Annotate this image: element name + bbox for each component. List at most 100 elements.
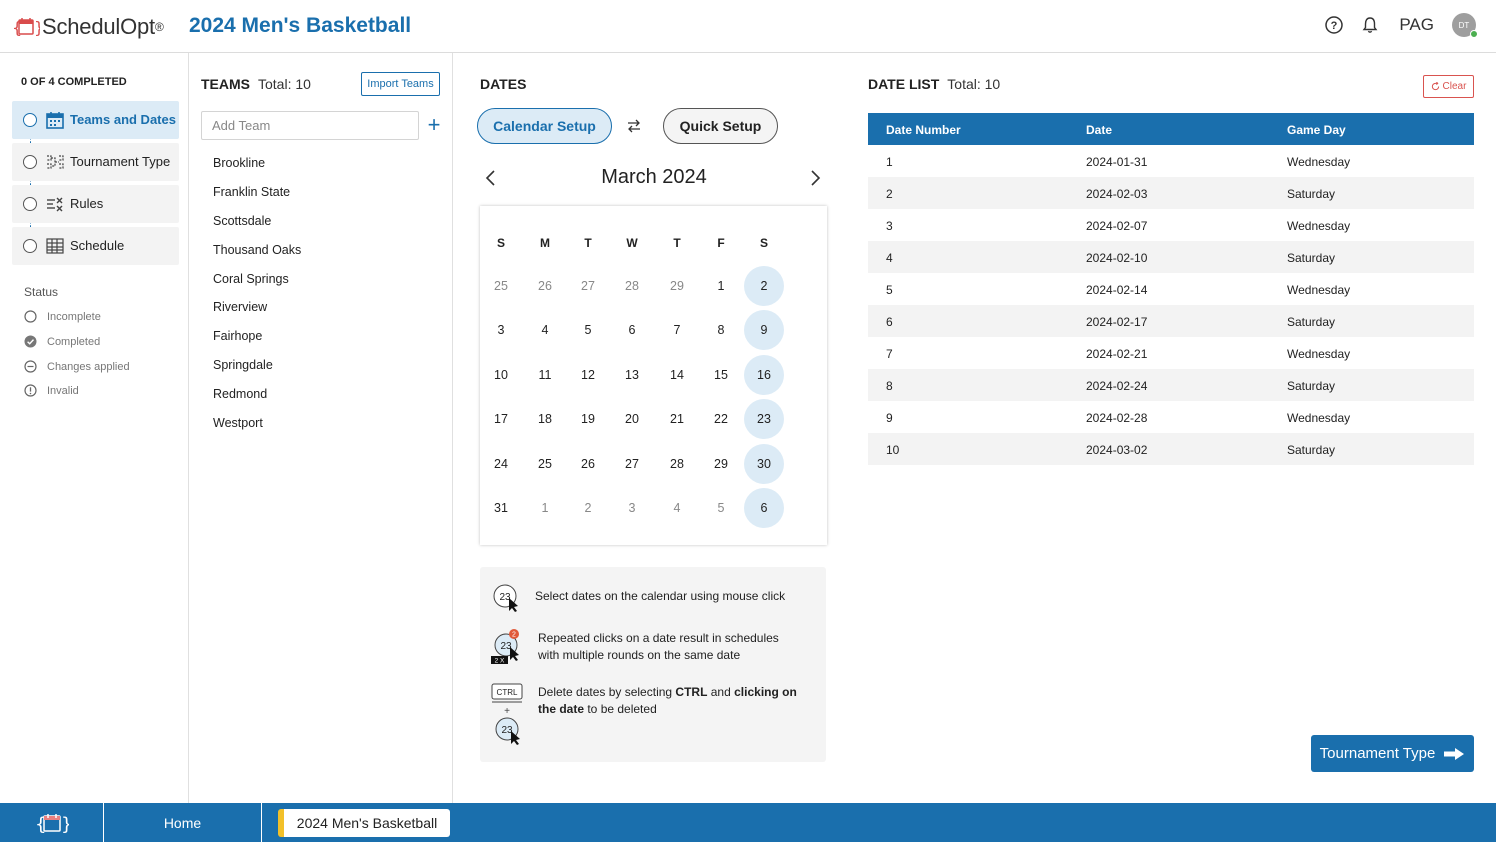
calendar-day[interactable]: 31 [481,488,521,528]
calendar-day[interactable]: 2 [568,488,608,528]
bell-icon[interactable] [1359,14,1381,36]
calendar-day[interactable]: 24 [481,444,521,484]
date-number-cell: 10 [886,443,900,457]
team-list-item[interactable]: Franklin State [213,185,290,199]
calendar-day[interactable]: 21 [657,399,697,439]
calendar-day[interactable]: 10 [481,355,521,395]
table-row[interactable]: 3 2024-02-07 Wednesday [868,209,1474,241]
calendar-day[interactable]: 20 [612,399,652,439]
calendar-day[interactable]: 19 [568,399,608,439]
help-tip-text: Delete dates by selecting [538,685,676,699]
add-team-input[interactable] [201,111,419,140]
next-tournament-type-button[interactable]: Tournament Type [1311,735,1474,772]
table-row[interactable]: 1 2024-01-31 Wednesday [868,145,1474,177]
app-logo[interactable]: { } SchedulOpt® [12,14,164,40]
table-row[interactable]: 5 2024-02-14 Wednesday [868,273,1474,305]
team-list-item[interactable]: Brookline [213,156,265,170]
step-status-ring [23,113,37,127]
calendar-day[interactable]: 3 [481,310,521,350]
chevron-right-icon[interactable] [805,168,825,188]
calendar-day[interactable]: 1 [701,266,741,306]
game-day-cell: Wednesday [1287,283,1351,297]
step-status-ring [23,239,37,253]
help-icon[interactable]: ? [1323,14,1345,36]
team-list-item[interactable]: Springdale [213,358,273,372]
step-rules[interactable]: Rules [12,185,179,223]
calendar-day[interactable]: 25 [481,266,521,306]
calendar-day[interactable]: 11 [525,355,565,395]
avatar[interactable]: DT [1452,13,1478,38]
calendar-day[interactable]: 7 [657,310,697,350]
calendar-day[interactable]: 25 [525,444,565,484]
calendar-day[interactable]: 14 [657,355,697,395]
calendar-day[interactable]: 12 [568,355,608,395]
calendar-day[interactable]: 28 [612,266,652,306]
clear-dates-button[interactable]: Clear [1423,75,1474,98]
calendar-day-selected[interactable]: 16 [744,354,784,395]
team-list-item[interactable]: Fairhope [213,329,262,343]
calendar-setup-button[interactable]: Calendar Setup [477,108,612,144]
calendar-day-selected[interactable]: 2 [744,266,784,306]
footer-logo[interactable]: { } [0,803,104,842]
calendar-day[interactable]: 3 [612,488,652,528]
help-icon-plus: + [504,706,510,717]
calendar-day[interactable]: 8 [701,310,741,350]
calendar-day[interactable]: 13 [612,355,652,395]
team-list-item[interactable]: Scottsdale [213,214,271,228]
table-row[interactable]: 6 2024-02-17 Saturday [868,305,1474,337]
calendar-day[interactable]: 4 [525,310,565,350]
footer-active-tab[interactable]: 2024 Men's Basketball [278,809,450,837]
step-schedule[interactable]: Schedule [12,227,179,265]
swap-arrows-icon[interactable] [626,118,642,134]
table-row[interactable]: 7 2024-02-21 Wednesday [868,337,1474,369]
step-label: Rules [70,196,104,211]
footer-home-tab[interactable]: Home [104,803,262,842]
calendar-day[interactable]: 22 [701,399,741,439]
calendar-day-selected[interactable]: 30 [744,443,784,484]
quick-setup-button[interactable]: Quick Setup [663,108,778,144]
table-row[interactable]: 8 2024-02-24 Saturday [868,369,1474,401]
calendar-day[interactable]: 27 [568,266,608,306]
calendar-day[interactable]: 29 [657,266,697,306]
calendar-day[interactable]: 27 [612,444,652,484]
calendar-day[interactable]: 4 [657,488,697,528]
calendar-day-selected[interactable]: 6 [744,488,784,528]
calendar-day[interactable]: 29 [701,444,741,484]
column-header[interactable]: Date Number [886,123,961,137]
date-list-total: Total: 10 [947,76,1001,92]
date-list-title: DATE LIST [868,76,940,92]
team-list-item[interactable]: Redmond [213,387,267,401]
calendar-day[interactable]: 28 [657,444,697,484]
calendar-day-selected[interactable]: 9 [744,310,784,351]
status-invalid: Invalid [24,384,79,397]
step-label: Tournament Type [70,154,171,169]
date-number-cell: 2 [886,187,893,201]
calendar-day[interactable]: 5 [568,310,608,350]
calendar-day[interactable]: 15 [701,355,741,395]
team-list-item[interactable]: Thousand Oaks [213,243,301,257]
table-row[interactable]: 10 2024-03-02 Saturday [868,433,1474,465]
team-list-item[interactable]: Westport [213,416,263,430]
calendar-day[interactable]: 1 [525,488,565,528]
calendar-day[interactable]: 18 [525,399,565,439]
column-header[interactable]: Game Day [1287,123,1346,137]
team-list-item[interactable]: Riverview [213,300,267,314]
import-teams-button[interactable]: Import Teams [361,72,440,96]
user-name[interactable]: PAG [1399,15,1434,35]
logo-registered-mark: ® [154,20,164,34]
calendar-day[interactable]: 6 [612,310,652,350]
table-row[interactable]: 2 2024-02-03 Saturday [868,177,1474,209]
team-list-item[interactable]: Coral Springs [213,272,289,286]
column-header[interactable]: Date [1086,123,1112,137]
calendar-day-selected[interactable]: 23 [744,399,784,440]
step-teams-and-dates[interactable]: Teams and Dates [12,101,179,139]
add-team-plus-icon[interactable]: + [426,114,442,136]
step-tournament-type[interactable]: Tournament Type [12,143,179,181]
calendar-day[interactable]: 26 [568,444,608,484]
table-row[interactable]: 9 2024-02-28 Wednesday [868,401,1474,433]
date-cell: 2024-02-10 [1086,251,1148,265]
calendar-day[interactable]: 5 [701,488,741,528]
table-row[interactable]: 4 2024-02-10 Saturday [868,241,1474,273]
calendar-day[interactable]: 17 [481,399,521,439]
calendar-day[interactable]: 26 [525,266,565,306]
